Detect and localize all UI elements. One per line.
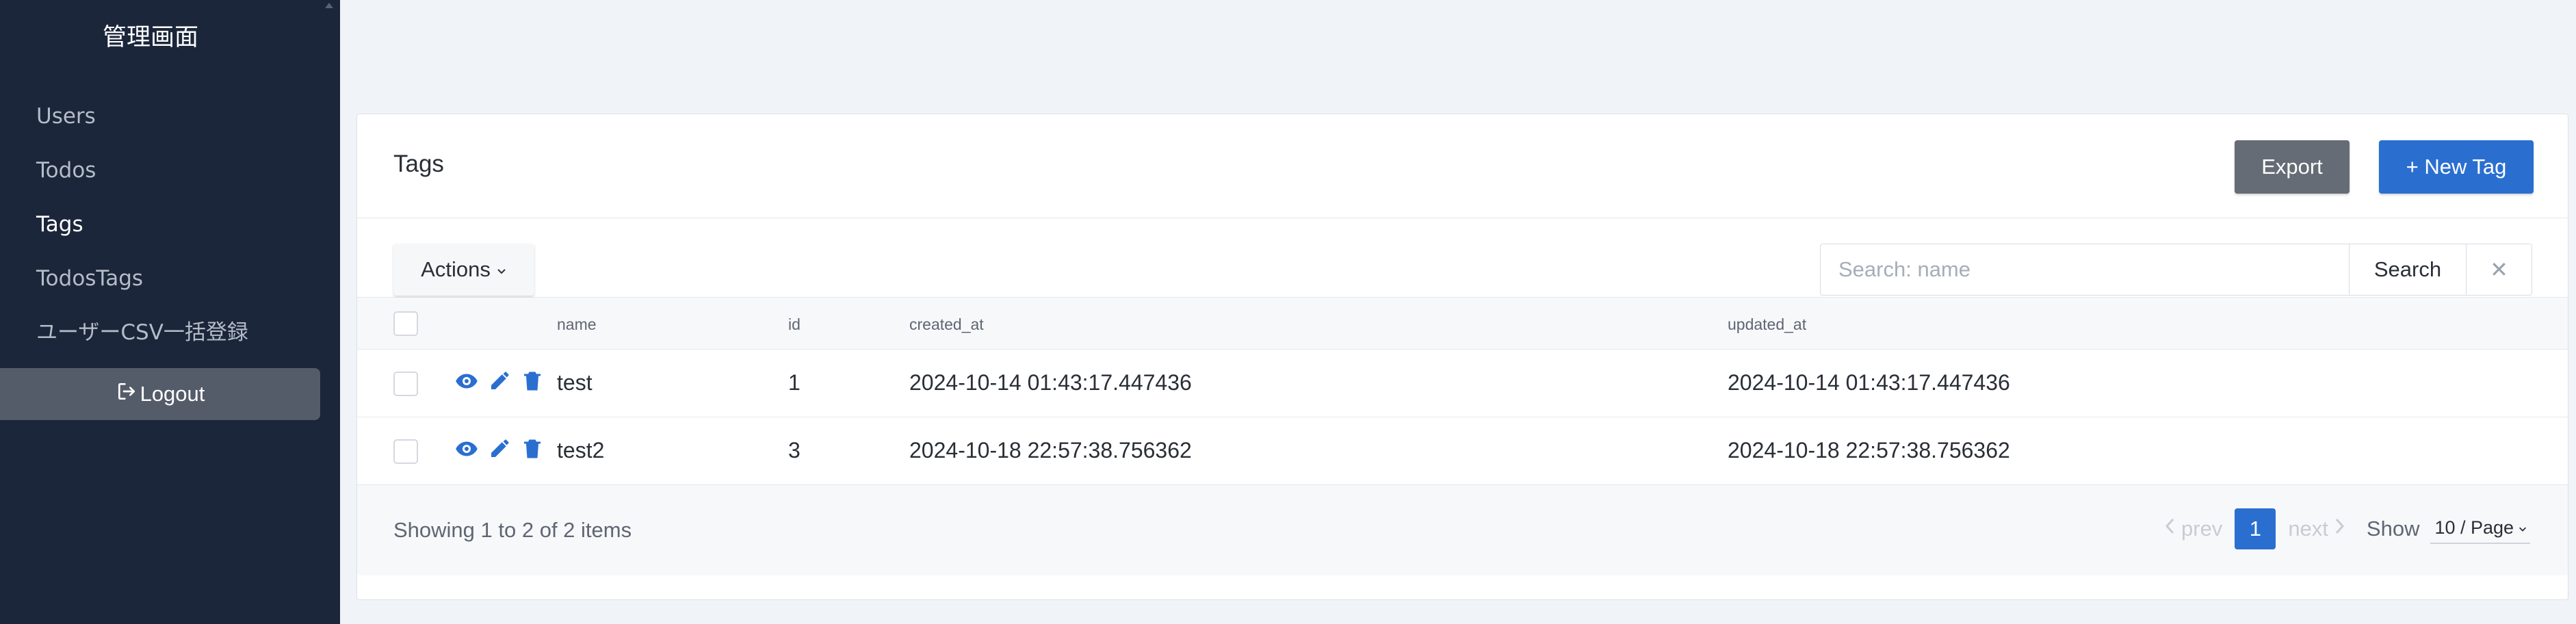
chevron-down-icon xyxy=(496,257,507,282)
cell-created-at: 2024-10-14 01:43:17.447436 xyxy=(909,370,1192,395)
row-actions xyxy=(454,437,545,461)
sidebar-nav: Users Todos Tags TodosTags ユーザーCSV一括登録 xyxy=(0,99,340,369)
logout-icon xyxy=(116,380,138,408)
edit-icon[interactable] xyxy=(487,369,512,393)
sidebar-item-tags[interactable]: Tags xyxy=(0,207,340,261)
actions-label: Actions xyxy=(421,257,491,281)
page-1-button[interactable]: 1 xyxy=(2235,508,2276,549)
cell-id: 3 xyxy=(788,438,801,463)
cell-name: test xyxy=(557,370,593,395)
logout-label: Logout xyxy=(140,382,205,406)
panel-header: Tags Export + New Tag xyxy=(357,114,2568,218)
edit-icon[interactable] xyxy=(487,437,512,461)
per-page-select[interactable]: 10 / Page xyxy=(2430,515,2531,544)
select-all-checkbox[interactable] xyxy=(393,311,418,336)
cell-updated-at: 2024-10-14 01:43:17.447436 xyxy=(1728,370,2010,395)
chevron-down-icon xyxy=(2518,517,2527,538)
pagination: prev 1 next Show 10 / Page xyxy=(2163,508,2531,549)
table-toolbar: Actions Search ✕ xyxy=(357,218,2568,298)
table-header: name id created_at updated_at xyxy=(357,298,2568,350)
trash-icon[interactable] xyxy=(520,369,545,393)
row-actions xyxy=(454,369,545,393)
next-label: next xyxy=(2288,517,2328,541)
chevron-right-icon xyxy=(2332,517,2346,541)
page-title: Tags xyxy=(393,151,444,177)
chevron-left-icon xyxy=(2163,517,2177,541)
row-checkbox[interactable] xyxy=(393,372,418,396)
sidebar-item-user-csv-import[interactable]: ユーザーCSV一括登録 xyxy=(0,315,340,369)
cell-updated-at: 2024-10-18 22:57:38.756362 xyxy=(1728,438,2010,463)
sidebar-item-users[interactable]: Users xyxy=(0,99,340,153)
column-header-updated-at[interactable]: updated_at xyxy=(1728,315,1806,334)
new-tag-button[interactable]: + New Tag xyxy=(2379,140,2534,194)
row-checkbox[interactable] xyxy=(393,439,418,464)
cell-id: 1 xyxy=(788,370,801,395)
app-title: 管理画面 xyxy=(102,24,198,51)
prev-page-button[interactable]: prev xyxy=(2163,517,2222,541)
sidebar-item-todos[interactable]: Todos xyxy=(0,153,340,207)
table-footer: Showing 1 to 2 of 2 items prev 1 next Sh… xyxy=(357,485,2568,575)
clear-search-button[interactable]: ✕ xyxy=(2467,244,2532,296)
sidebar: 管理画面 Users Todos Tags TodosTags ユーザーCSV一… xyxy=(0,0,340,624)
prev-label: prev xyxy=(2181,517,2223,541)
pagination-summary: Showing 1 to 2 of 2 items xyxy=(393,518,632,542)
tags-panel: Tags Export + New Tag Actions Search ✕ n… xyxy=(356,114,2568,600)
search-input[interactable] xyxy=(1820,244,2350,296)
eye-icon[interactable] xyxy=(454,369,479,393)
search-button[interactable]: Search xyxy=(2350,244,2467,296)
export-button[interactable]: Export xyxy=(2235,140,2350,194)
column-header-created-at[interactable]: created_at xyxy=(909,315,984,334)
table-row: test 1 2024-10-14 01:43:17.447436 2024-1… xyxy=(357,350,2568,417)
show-label: Show xyxy=(2366,517,2420,541)
column-header-id[interactable]: id xyxy=(788,315,801,334)
per-page-value: 10 / Page xyxy=(2434,517,2514,538)
cell-name: test2 xyxy=(557,438,605,463)
next-page-button[interactable]: next xyxy=(2288,517,2346,541)
actions-dropdown[interactable]: Actions xyxy=(393,244,534,296)
trash-icon[interactable] xyxy=(520,437,545,461)
logout-button[interactable]: Logout xyxy=(0,368,320,420)
eye-icon[interactable] xyxy=(454,437,479,461)
scroll-up-icon[interactable] xyxy=(325,3,333,8)
search-group: Search ✕ xyxy=(1820,244,2532,296)
table-row: test2 3 2024-10-18 22:57:38.756362 2024-… xyxy=(357,417,2568,485)
sidebar-item-todostags[interactable]: TodosTags xyxy=(0,261,340,315)
cell-created-at: 2024-10-18 22:57:38.756362 xyxy=(909,438,1192,463)
column-header-name[interactable]: name xyxy=(557,315,597,334)
